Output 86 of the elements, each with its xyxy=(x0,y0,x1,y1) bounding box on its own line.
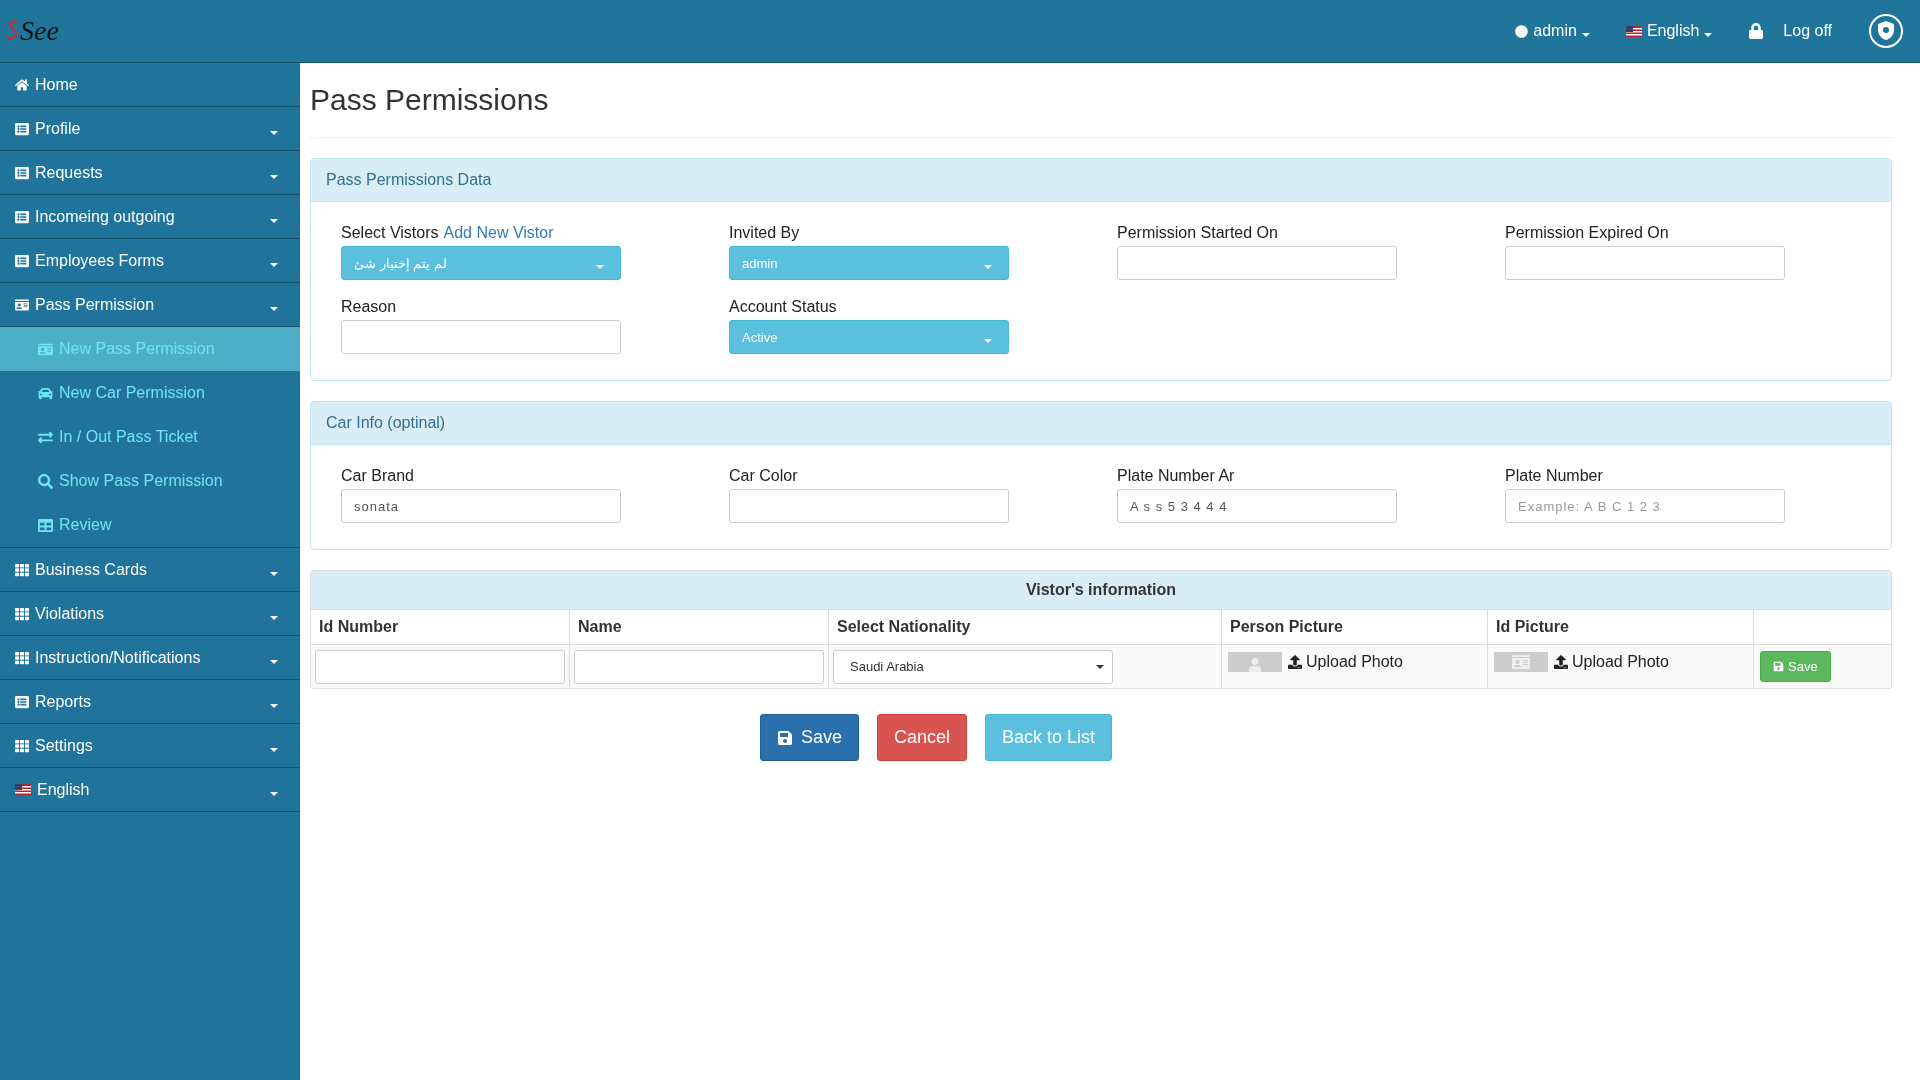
menu-icon xyxy=(15,694,29,709)
menu-icon xyxy=(15,562,29,577)
menu-icon xyxy=(15,297,29,312)
lock-icon xyxy=(1748,23,1765,39)
language-menu[interactable]: English xyxy=(1625,22,1713,40)
field-label: Car Brand xyxy=(341,467,414,485)
panel-heading: Pass Permissions Data xyxy=(311,159,1891,202)
field-label: Select Vistors xyxy=(341,224,439,242)
menu-icon xyxy=(15,165,29,180)
shield-logo-icon xyxy=(1868,13,1904,49)
panel-heading: Car Info (optinal) xyxy=(311,402,1891,445)
input-field[interactable] xyxy=(341,320,621,354)
menu-icon xyxy=(15,606,29,621)
submenu-item[interactable]: Show Pass Permission xyxy=(0,459,300,503)
upload-icon xyxy=(1288,654,1302,669)
menu-icon xyxy=(15,650,29,665)
sidebar-item[interactable]: Instruction/Notifications xyxy=(0,636,300,680)
flag-icon xyxy=(15,784,31,795)
upload-icon xyxy=(1554,654,1568,669)
caret-icon xyxy=(270,615,278,620)
menu-icon xyxy=(15,253,29,268)
user-status-icon xyxy=(1515,24,1529,38)
caret-icon xyxy=(270,791,278,796)
input-field[interactable]: A s s 5 3 4 4 4 xyxy=(1117,489,1397,523)
caret-icon xyxy=(270,659,278,664)
input-field[interactable]: Example: A B C 1 2 3 xyxy=(1505,489,1785,523)
menu-icon xyxy=(15,77,29,92)
save-icon xyxy=(776,729,793,746)
input-field[interactable] xyxy=(729,489,1009,523)
nationality-select[interactable]: Saudi Arabia xyxy=(833,649,1113,684)
field-label: Plate Number Ar xyxy=(1117,467,1235,485)
caret-icon xyxy=(270,747,278,752)
submenu-item[interactable]: New Car Permission xyxy=(0,371,300,415)
sidebar-item[interactable]: Home xyxy=(0,63,300,107)
submenu-item[interactable]: In / Out Pass Ticket xyxy=(0,415,300,459)
logout-link[interactable]: Log off xyxy=(1748,22,1832,40)
user-menu[interactable]: admin xyxy=(1515,22,1590,40)
sidebar-item[interactable]: Settings xyxy=(0,724,300,768)
field-label: Invited By xyxy=(729,224,800,242)
submenu-icon xyxy=(38,385,53,401)
id-card-placeholder-icon xyxy=(1494,651,1548,672)
save-icon xyxy=(1773,661,1784,672)
caret-icon xyxy=(270,262,278,267)
form-button[interactable]: Save xyxy=(759,714,859,761)
submenu-icon xyxy=(38,341,53,357)
field-label: Permission Expired On xyxy=(1505,224,1669,242)
upload-photo-link[interactable]: Upload Photo xyxy=(1554,652,1669,671)
upload-photo-link[interactable]: Upload Photo xyxy=(1288,652,1403,671)
submenu-icon xyxy=(38,517,53,533)
menu-icon xyxy=(15,121,29,136)
menu-icon xyxy=(15,738,29,753)
sidebar-item[interactable]: Profile xyxy=(0,107,300,151)
form-button[interactable]: Cancel xyxy=(876,714,967,761)
sidebar-item[interactable]: Requests xyxy=(0,151,300,195)
table-title: Vistor's information xyxy=(311,571,1891,609)
caret-icon xyxy=(270,571,278,576)
sidebar-item[interactable]: Violations xyxy=(0,592,300,636)
add-visitor-link[interactable]: Add New Vistor xyxy=(443,224,554,242)
caret-icon xyxy=(270,703,278,708)
page-title: Pass Permissions xyxy=(310,83,1892,138)
caret-icon xyxy=(270,130,278,135)
field-label: Plate Number xyxy=(1505,467,1603,485)
caret-icon xyxy=(270,174,278,179)
sidebar-item[interactable]: Incomeing outgoing xyxy=(0,195,300,239)
field-label: Reason xyxy=(341,298,397,316)
field-label: Account Status xyxy=(729,298,837,316)
input-field[interactable]: sonata xyxy=(341,489,621,523)
sidebar-item[interactable]: English xyxy=(0,768,300,812)
caret-icon xyxy=(270,218,278,223)
logo[interactable]: See xyxy=(6,15,59,47)
sidebar-item[interactable]: Business Cards xyxy=(0,548,300,592)
submenu-item[interactable]: Review xyxy=(0,503,300,547)
field-label: Car Color xyxy=(729,467,798,485)
input-field[interactable] xyxy=(1117,246,1397,280)
submenu-icon xyxy=(38,473,53,489)
input-field[interactable] xyxy=(1505,246,1785,280)
id-number-field[interactable] xyxy=(315,649,565,684)
logo-swirl-icon xyxy=(6,19,20,43)
flag-icon xyxy=(1625,25,1642,37)
submenu-icon xyxy=(38,429,53,445)
menu-icon xyxy=(15,209,29,224)
sidebar-item[interactable]: Reports xyxy=(0,680,300,724)
person-placeholder-icon xyxy=(1228,651,1282,672)
sidebar-item[interactable]: Employees Forms xyxy=(0,239,300,283)
name-field[interactable] xyxy=(574,649,824,684)
field-label: Permission Started On xyxy=(1117,224,1278,242)
